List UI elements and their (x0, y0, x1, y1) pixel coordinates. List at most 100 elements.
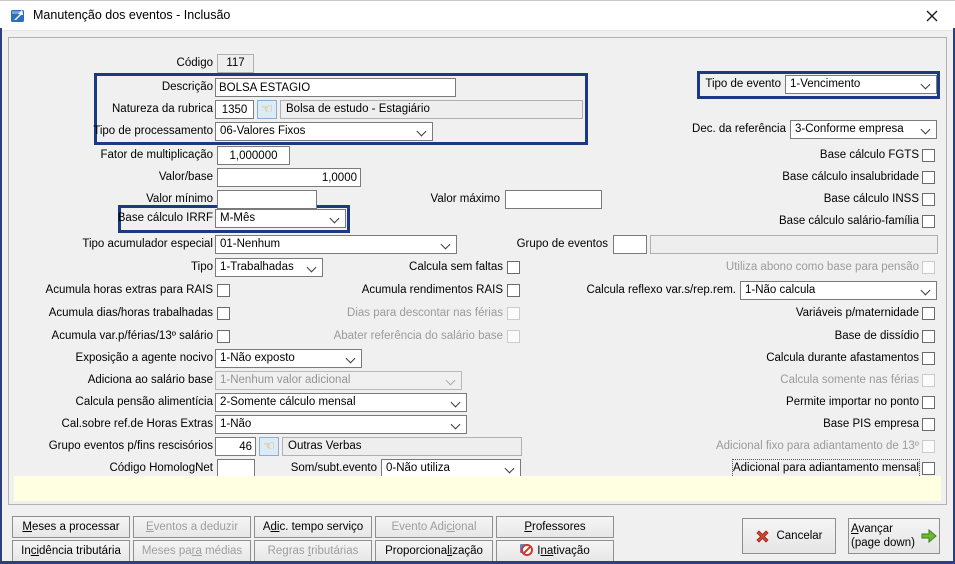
grupo-rescisorios-description: Outras Verbas (282, 437, 522, 456)
acumula-var-ferias-checkbox[interactable] (217, 330, 230, 343)
tipo-label: Tipo (191, 261, 213, 273)
grupo-rescisorios-lookup-button[interactable]: ☜ (259, 437, 279, 456)
adicional-mensal-label: Adicional para adiantamento mensal (731, 459, 921, 478)
app-icon (10, 7, 26, 23)
meses-a-processar-button[interactable]: Meses a processar (12, 516, 130, 538)
exposicao-select[interactable]: 1-Não exposto (215, 349, 362, 368)
valor-maximo-label: Valor máximo (430, 193, 500, 205)
base-insalubridade-label: Base cálculo insalubridade (782, 171, 919, 183)
adiciona-salario-select: 1-Nenhum valor adicional (215, 371, 462, 390)
dec-referencia-label: Dec. da referência (692, 123, 786, 135)
acumula-horas-extras-rais-label: Acumula horas extras para RAIS (45, 284, 213, 296)
adicional-fixo-13-checkbox (922, 440, 935, 453)
base-irrf-select[interactable]: M-Mês (215, 209, 346, 228)
grupo-rescisorios-code-input[interactable] (215, 437, 256, 456)
tipo-acumulador-label: Tipo acumulador especial (82, 238, 213, 250)
tipo-processamento-label: Tipo de processamento (93, 125, 213, 137)
base-dissidio-label: Base de dissídio (834, 330, 919, 342)
valor-maximo-input[interactable] (505, 190, 602, 209)
calcula-pensao-label: Calcula pensão alimentícia (75, 396, 213, 408)
advance-button[interactable]: Avançar (page down) (848, 518, 940, 554)
green-arrow-icon (921, 529, 937, 543)
cancel-button-label: Cancelar (776, 530, 823, 542)
hand-lookup-icon: ☜ (263, 438, 275, 453)
close-icon[interactable] (919, 6, 945, 26)
descricao-input[interactable] (215, 78, 456, 97)
prohibition-icon (520, 543, 534, 556)
eventos-a-deduzir-button: Eventos a deduzir (133, 516, 251, 538)
advance-button-label: Avançar (page down) (851, 523, 915, 549)
adiciona-salario-label: Adiciona ao salário base (87, 374, 213, 386)
info-message-bar (14, 476, 941, 501)
tipo-evento-label: Tipo de evento (705, 78, 781, 90)
valor-minimo-input[interactable] (217, 190, 317, 209)
cal-sobre-he-label: Cal.sobre ref.de Horas Extras (61, 418, 213, 430)
adic-tempo-servico-button[interactable]: Adic. tempo serviço (254, 516, 372, 538)
tipo-acumulador-select[interactable]: 01-Nenhum (215, 235, 457, 254)
proporcionalizacao-button[interactable]: Proporcionalização (375, 540, 493, 562)
acumula-var-ferias-label: Acumula var.p/férias/13º salário (51, 330, 213, 342)
regras-tributarias-button: Regras tributárias (254, 540, 372, 562)
hand-lookup-icon: ☜ (261, 101, 273, 116)
variaveis-maternidade-checkbox[interactable] (922, 307, 935, 320)
codigo-value: 117 (217, 54, 254, 73)
grupo-eventos-code-input[interactable] (613, 235, 647, 254)
calcula-sem-faltas-label: Calcula sem faltas (409, 261, 503, 273)
calcula-afastamentos-checkbox[interactable] (922, 352, 935, 365)
abater-referencia-checkbox (507, 330, 520, 343)
dias-descontar-ferias-checkbox (507, 307, 520, 320)
acumula-dias-horas-label: Acumula dias/horas trabalhadas (48, 307, 213, 319)
tipo-evento-select[interactable]: 1-Vencimento (785, 75, 937, 94)
fator-multiplicacao-input[interactable] (217, 146, 290, 165)
professores-button[interactable]: Professores (496, 516, 614, 538)
valor-base-input[interactable] (217, 168, 361, 187)
tipo-processamento-select[interactable]: 06-Valores Fixos (215, 122, 433, 141)
grupo-eventos-description (650, 235, 938, 254)
calcula-pensao-select[interactable]: 2-Somente cálculo mensal (215, 393, 467, 412)
cal-sobre-he-select[interactable]: 1-Não (215, 415, 467, 434)
base-fgts-label: Base cálculo FGTS (819, 149, 919, 161)
window-title: Manutenção dos eventos - Inclusão (33, 8, 231, 22)
calcula-afastamentos-label: Calcula durante afastamentos (766, 352, 919, 364)
grupo-eventos-label: Grupo de eventos (516, 238, 608, 250)
dec-referencia-select[interactable]: 3-Conforme empresa (790, 120, 937, 139)
base-irrf-label: Base cálculo IRRF (117, 212, 213, 224)
calcula-somente-ferias-label: Calcula somente nas férias (780, 374, 919, 386)
calcula-reflexo-select[interactable]: 1-Não calcula (740, 281, 937, 300)
red-x-icon (755, 529, 770, 544)
title-bar: Manutenção dos eventos - Inclusão (0, 0, 955, 31)
evento-adicional-button: Evento Adicional (375, 516, 493, 538)
permite-importar-checkbox[interactable] (922, 396, 935, 409)
base-pis-label: Base PIS empresa (823, 418, 919, 430)
calcula-sem-faltas-checkbox[interactable] (507, 261, 520, 274)
utiliza-abono-checkbox (922, 261, 935, 274)
acumula-dias-horas-checkbox[interactable] (217, 307, 230, 320)
natureza-rubrica-lookup-button[interactable]: ☜ (257, 100, 277, 119)
valor-minimo-label: Valor mínimo (146, 193, 213, 205)
base-salario-familia-checkbox[interactable] (922, 215, 935, 228)
meses-para-medias-button: Meses para médias (133, 540, 251, 562)
natureza-rubrica-code-input[interactable] (215, 100, 254, 119)
tipo-select[interactable]: 1-Trabalhadas (215, 258, 323, 277)
natureza-rubrica-description: Bolsa de estudo - Estagiário (280, 100, 583, 119)
base-inss-checkbox[interactable] (922, 193, 935, 206)
abater-referencia-label: Abater referência do salário base (333, 330, 503, 342)
acumula-rendimentos-rais-label: Acumula rendimentos RAIS (361, 284, 503, 296)
base-insalubridade-checkbox[interactable] (922, 171, 935, 184)
base-salario-familia-label: Base cálculo salário-família (779, 215, 919, 227)
valor-base-label: Valor/base (158, 171, 213, 183)
incidencia-tributaria-button[interactable]: Incidência tributária (12, 540, 130, 562)
base-fgts-checkbox[interactable] (922, 149, 935, 162)
cancel-button[interactable]: Cancelar (742, 518, 836, 554)
variaveis-maternidade-label: Variáveis p/maternidade (795, 307, 919, 319)
codigo-label: Código (176, 57, 213, 69)
acumula-horas-extras-rais-checkbox[interactable] (217, 284, 230, 297)
base-dissidio-checkbox[interactable] (922, 330, 935, 343)
adicional-mensal-checkbox[interactable] (922, 462, 935, 475)
adicional-fixo-13-label: Adicional fixo para adiantamento de 13º (715, 440, 919, 452)
utiliza-abono-label: Utiliza abono como base para pensão (725, 261, 919, 273)
descricao-label: Descrição (161, 81, 213, 93)
acumula-rendimentos-rais-checkbox[interactable] (507, 284, 520, 297)
inativacao-button[interactable]: Inativação (496, 540, 614, 562)
base-pis-checkbox[interactable] (922, 418, 935, 431)
